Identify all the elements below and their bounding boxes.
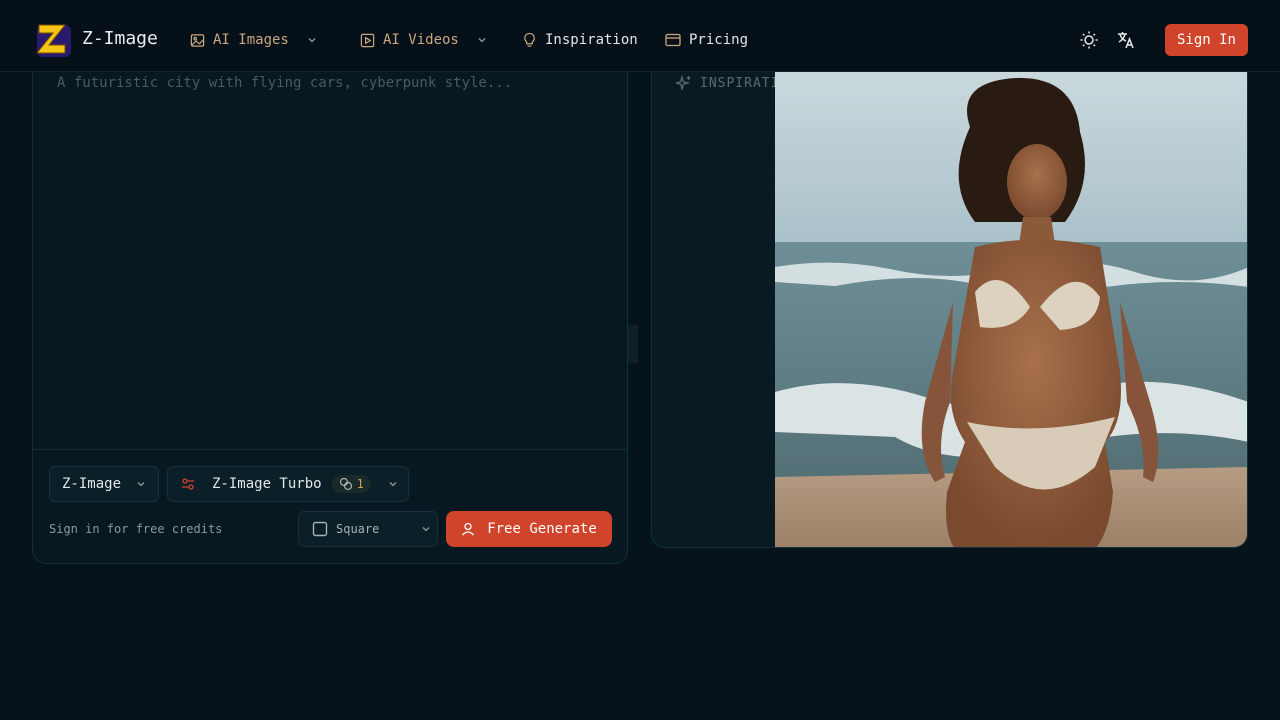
- model-select-label: Z-Image: [62, 476, 122, 492]
- divider: [33, 449, 627, 450]
- user-icon: [462, 522, 475, 536]
- nav-pricing-label: Pricing: [689, 32, 749, 48]
- aspect-ratio-label: Square: [336, 522, 380, 536]
- signin-credits-note: Sign in for free credits: [49, 522, 223, 536]
- prompt-input[interactable]: A futuristic city with flying cars, cybe…: [57, 75, 512, 91]
- video-icon: [360, 33, 375, 47]
- top-nav-bar: Z-Image AI Images AI Videos Inspiration …: [0, 0, 1280, 72]
- chevron-down-icon: [478, 38, 486, 43]
- nav-pricing[interactable]: Pricing: [665, 31, 748, 49]
- panel-resize-handle[interactable]: [628, 325, 638, 363]
- nav-ai-images[interactable]: AI Images: [190, 31, 317, 49]
- generator-panel: A futuristic city with flying cars, cybe…: [32, 50, 628, 564]
- nav-inspiration-label: Inspiration: [545, 32, 638, 48]
- sign-in-button[interactable]: Sign In: [1165, 24, 1248, 56]
- square-icon: [312, 521, 328, 537]
- coins-icon: [339, 477, 352, 491]
- nav-ai-videos-label: AI Videos: [383, 32, 459, 48]
- model-variant-label: Z-Image Turbo: [212, 476, 322, 492]
- chevron-down-icon: [308, 38, 316, 43]
- aspect-ratio-select[interactable]: Square: [298, 511, 438, 547]
- sun-icon[interactable]: [1079, 30, 1099, 50]
- gallery-image[interactable]: [775, 72, 1248, 548]
- chevron-down-icon: [389, 482, 397, 487]
- credit-cost-badge: 1: [331, 475, 371, 493]
- nav-ai-images-label: AI Images: [213, 32, 289, 48]
- image-icon: [190, 33, 205, 47]
- sparkles-icon: [676, 75, 691, 91]
- model-select[interactable]: Z-Image: [49, 466, 159, 502]
- chevron-down-icon: [137, 482, 145, 487]
- sliders-icon: [182, 478, 194, 490]
- credit-cost-value: 1: [356, 477, 364, 491]
- free-generate-button[interactable]: Free Generate: [446, 511, 612, 547]
- z-image-logo[interactable]: [33, 19, 73, 59]
- nav-inspiration[interactable]: Inspiration: [522, 31, 638, 49]
- brand-name[interactable]: Z-Image: [82, 28, 158, 49]
- model-variant-select[interactable]: Z-Image Turbo 1: [167, 466, 409, 502]
- lightbulb-icon: [524, 32, 535, 47]
- credit-card-icon: [665, 33, 681, 47]
- nav-ai-videos[interactable]: AI Videos: [360, 31, 487, 49]
- inspiration-gallery-panel: INSPIRATION GALLERY: [651, 50, 1248, 548]
- free-generate-label: Free Generate: [487, 521, 597, 537]
- translate-icon[interactable]: [1116, 30, 1136, 50]
- chevron-down-icon: [422, 527, 430, 532]
